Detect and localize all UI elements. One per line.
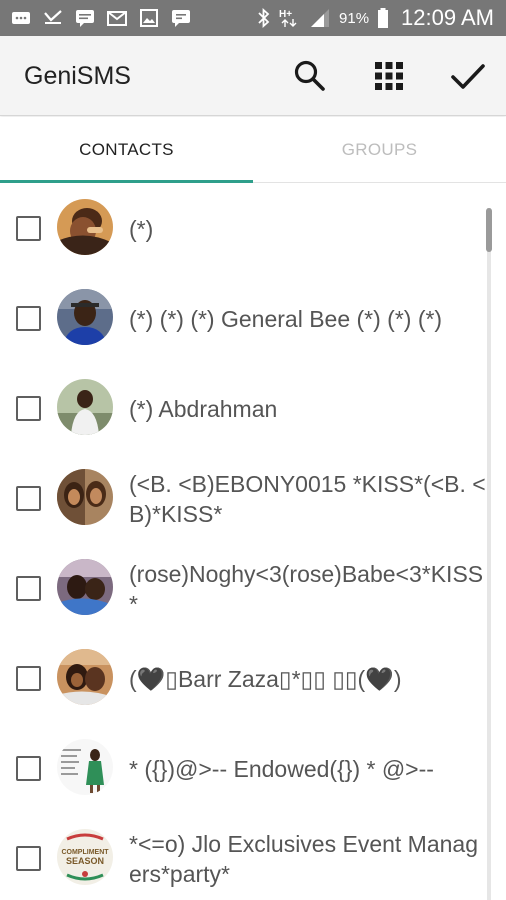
app-title: GeniSMS	[24, 62, 131, 90]
avatar	[57, 739, 113, 795]
notification-icons	[10, 7, 192, 29]
contact-name: (rose)Noghy<3(rose)Babe<3*KISS*	[129, 561, 484, 617]
missed-call-icon	[44, 10, 62, 24]
contact-name: (*)	[129, 216, 154, 242]
contact-list[interactable]: (*) (*) (*) (*) General Bee (*) (*) (*) …	[0, 184, 506, 900]
contact-checkbox[interactable]	[16, 846, 41, 871]
check-icon	[451, 64, 485, 89]
tab-contacts[interactable]: CONTACTS	[0, 117, 253, 183]
avatar	[57, 469, 113, 525]
contact-row[interactable]: * ({})@>-- Endowed({}) * @>--	[0, 724, 490, 814]
contact-checkbox[interactable]	[16, 216, 41, 241]
chat-notification-icon	[172, 10, 190, 27]
contact-name: (*) Abdrahman	[129, 396, 278, 422]
contact-name: (<B. <B)EBONY0015 *KISS*(<B. <B)*KISS*	[129, 471, 486, 527]
avatar: COMPLIMENT SEASON	[57, 829, 113, 885]
email-notification-icon	[12, 12, 30, 24]
avatar	[57, 379, 113, 435]
logo-text: SEASON	[66, 856, 104, 866]
status-bar: H+ 91% 12:09 AM	[0, 0, 506, 36]
select-all-button[interactable]	[367, 54, 411, 98]
contact-name: (*) (*) (*) General Bee (*) (*) (*)	[129, 306, 443, 332]
sms-notification-icon	[76, 10, 94, 27]
tab-groups[interactable]: GROUPS	[253, 117, 506, 183]
contact-row[interactable]: (🖤▯Barr Zaza▯*▯▯ ▯▯(🖤)	[0, 634, 490, 724]
avatar	[57, 649, 113, 705]
contact-checkbox[interactable]	[16, 576, 41, 601]
contact-checkbox[interactable]	[16, 756, 41, 781]
contact-row[interactable]: (rose)Noghy<3(rose)Babe<3*KISS*	[0, 544, 490, 634]
clock: 12:09 AM	[401, 5, 494, 30]
contact-row[interactable]: (<B. <B)EBONY0015 *KISS*(<B. <B)*KISS*	[0, 454, 490, 544]
tab-bar: CONTACTS GROUPS	[0, 117, 506, 183]
contact-name: (🖤▯Barr Zaza▯*▯▯ ▯▯(🖤)	[129, 666, 402, 692]
scrollbar-track[interactable]	[486, 208, 492, 900]
contact-row[interactable]: (*) Abdrahman	[0, 364, 490, 454]
scrollbar-thumb[interactable]	[486, 208, 492, 252]
mail-icon	[107, 11, 127, 26]
signal-strength-icon	[311, 9, 330, 27]
hplus-network-icon: H+	[279, 9, 297, 27]
contact-row[interactable]: (*) (*) (*) General Bee (*) (*) (*)	[0, 274, 490, 364]
contact-checkbox[interactable]	[16, 486, 41, 511]
contact-row[interactable]: (*)	[0, 184, 490, 274]
photo-icon	[140, 9, 158, 27]
logo-text: COMPLIMENT	[61, 849, 109, 856]
avatar	[57, 289, 113, 345]
contact-row[interactable]: COMPLIMENT SEASON *<=o) Jlo Exclusives E…	[0, 814, 490, 900]
battery-icon	[378, 8, 389, 28]
battery-percent: 91%	[339, 9, 370, 27]
app-bar: GeniSMS	[0, 36, 506, 116]
grid-icon	[375, 62, 403, 90]
contact-name: *<=o) Jlo Exclusives Event Managers*part…	[129, 831, 479, 887]
contact-checkbox[interactable]	[16, 396, 41, 421]
search-icon	[294, 60, 325, 91]
system-status: H+ 91% 12:09 AM	[257, 0, 494, 36]
bluetooth-icon	[258, 7, 270, 29]
avatar	[57, 199, 113, 255]
avatar	[57, 559, 113, 615]
contact-name: * ({})@>-- Endowed({}) * @>--	[129, 756, 434, 782]
svg-text:H+: H+	[279, 9, 292, 20]
screen: H+ 91% 12:09 AM GeniSMS CONTACTS GROUPS	[0, 0, 506, 900]
contact-checkbox[interactable]	[16, 666, 41, 691]
active-tab-indicator	[0, 180, 253, 183]
confirm-button[interactable]	[446, 54, 490, 98]
contact-checkbox[interactable]	[16, 306, 41, 331]
search-button[interactable]	[288, 54, 332, 98]
